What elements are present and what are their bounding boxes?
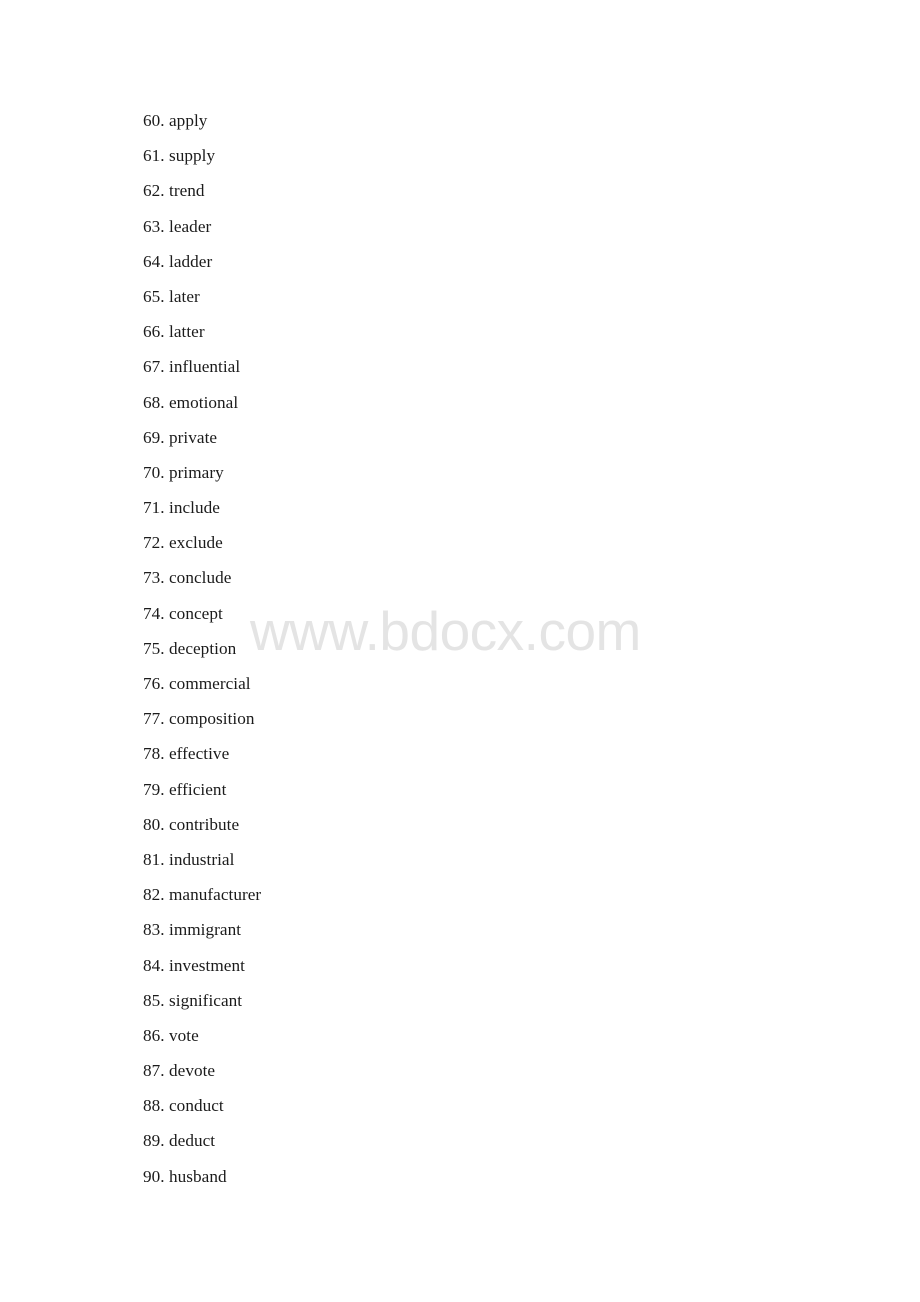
list-item-number: 74.: [143, 603, 165, 623]
list-item-number: 84.: [143, 955, 165, 975]
list-item-number: 70.: [143, 462, 165, 482]
list-item: 89. deduct: [143, 1129, 843, 1164]
list-item-word: trend: [169, 181, 205, 201]
list-item-number: 80.: [143, 814, 165, 834]
list-item: 78. effective: [143, 742, 843, 777]
list-item-word: significant: [169, 990, 243, 1010]
list-item-word: influential: [169, 357, 241, 377]
list-item: 70. primary: [143, 461, 843, 496]
list-item-word: effective: [169, 744, 230, 764]
vocabulary-list: 60. apply 61. supply 62. trend 63. leader 64…: [143, 109, 843, 1200]
list-item-word: emotional: [169, 392, 239, 412]
list-item-word: ladder: [169, 251, 213, 271]
list-item-number: 85.: [143, 990, 165, 1010]
list-item-number: 62.: [143, 181, 165, 201]
list-item: 86. vote: [143, 1024, 843, 1059]
list-item-number: 77.: [143, 709, 165, 729]
list-item: 75. deception: [143, 637, 843, 672]
list-item: 68. emotional: [143, 391, 843, 426]
list-item-word: devote: [169, 1061, 216, 1081]
list-item: 60. apply: [143, 109, 843, 144]
list-item-word: concept: [169, 603, 223, 623]
list-item: 66. latter: [143, 320, 843, 355]
list-item-number: 81.: [143, 849, 165, 869]
list-item-word: investment: [169, 955, 245, 975]
list-item-word: vote: [169, 1025, 199, 1045]
list-item-word: leader: [169, 216, 212, 236]
list-item-number: 73.: [143, 568, 165, 588]
list-item-word: supply: [169, 146, 216, 166]
list-item: 73. conclude: [143, 566, 843, 601]
list-item-number: 60.: [143, 111, 165, 130]
list-item-number: 86.: [143, 1025, 165, 1045]
list-item-number: 72.: [143, 533, 165, 553]
list-item: 90. husband: [143, 1165, 843, 1200]
list-item-word: deception: [169, 638, 237, 658]
list-item-word: primary: [169, 462, 224, 482]
list-item: 72. exclude: [143, 531, 843, 566]
list-item-number: 61.: [143, 146, 165, 166]
list-item-word: contribute: [169, 814, 240, 834]
list-item-word: husband: [169, 1166, 227, 1186]
list-item-word: efficient: [169, 779, 227, 799]
list-item: 74. concept: [143, 602, 843, 637]
list-item-word: deduct: [169, 1131, 216, 1151]
list-item-number: 90.: [143, 1166, 165, 1186]
list-item-word: conduct: [169, 1096, 224, 1116]
list-item-number: 63.: [143, 216, 165, 236]
list-item-number: 65.: [143, 286, 165, 306]
list-item-number: 83.: [143, 920, 165, 940]
list-item: 63. leader: [143, 215, 843, 250]
list-item-word: composition: [169, 709, 255, 729]
list-item-number: 78.: [143, 744, 165, 764]
list-item: 76. commercial: [143, 672, 843, 707]
list-item-number: 82.: [143, 885, 165, 905]
list-item: 85. significant: [143, 989, 843, 1024]
list-item-word: private: [169, 427, 218, 447]
list-item: 69. private: [143, 426, 843, 461]
list-item-word: immigrant: [169, 920, 242, 940]
list-item: 65. later: [143, 285, 843, 320]
list-item: 61. supply: [143, 144, 843, 179]
list-item: 87. devote: [143, 1059, 843, 1094]
list-item: 67. influential: [143, 355, 843, 390]
list-item: 88. conduct: [143, 1094, 843, 1129]
list-item-word: manufacturer: [169, 885, 262, 905]
list-item-number: 87.: [143, 1061, 165, 1081]
list-item-word: exclude: [169, 533, 223, 553]
list-item-number: 71.: [143, 498, 165, 518]
list-item-number: 66.: [143, 322, 165, 342]
list-item: 84. investment: [143, 954, 843, 989]
list-item: 62. trend: [143, 179, 843, 214]
list-item-word: latter: [169, 322, 205, 342]
list-item-number: 68.: [143, 392, 165, 412]
list-item: 71. include: [143, 496, 843, 531]
document-page: www.bdocx.com 60. apply 61. supply 62. tre…: [0, 0, 920, 1302]
list-item-number: 79.: [143, 779, 165, 799]
list-item-number: 67.: [143, 357, 165, 377]
list-item-number: 88.: [143, 1096, 165, 1116]
list-item-word: conclude: [169, 568, 232, 588]
list-item: 77. composition: [143, 707, 843, 742]
list-item-number: 89.: [143, 1131, 165, 1151]
list-item-number: 75.: [143, 638, 165, 658]
list-item-number: 64.: [143, 251, 165, 271]
list-item: 80. contribute: [143, 813, 843, 848]
list-item-word: include: [169, 498, 220, 518]
list-item: 82. manufacturer: [143, 883, 843, 918]
list-item-word: later: [169, 286, 200, 306]
list-item-word: commercial: [169, 674, 251, 693]
list-item-word: industrial: [169, 849, 235, 869]
list-item: 79. efficient: [143, 778, 843, 813]
list-item: 83. immigrant: [143, 918, 843, 953]
list-item-word: apply: [169, 111, 208, 130]
list-item-number: 76.: [143, 674, 165, 693]
list-item-number: 69.: [143, 427, 165, 447]
list-item: 64. ladder: [143, 250, 843, 285]
list-item: 81. industrial: [143, 848, 843, 883]
